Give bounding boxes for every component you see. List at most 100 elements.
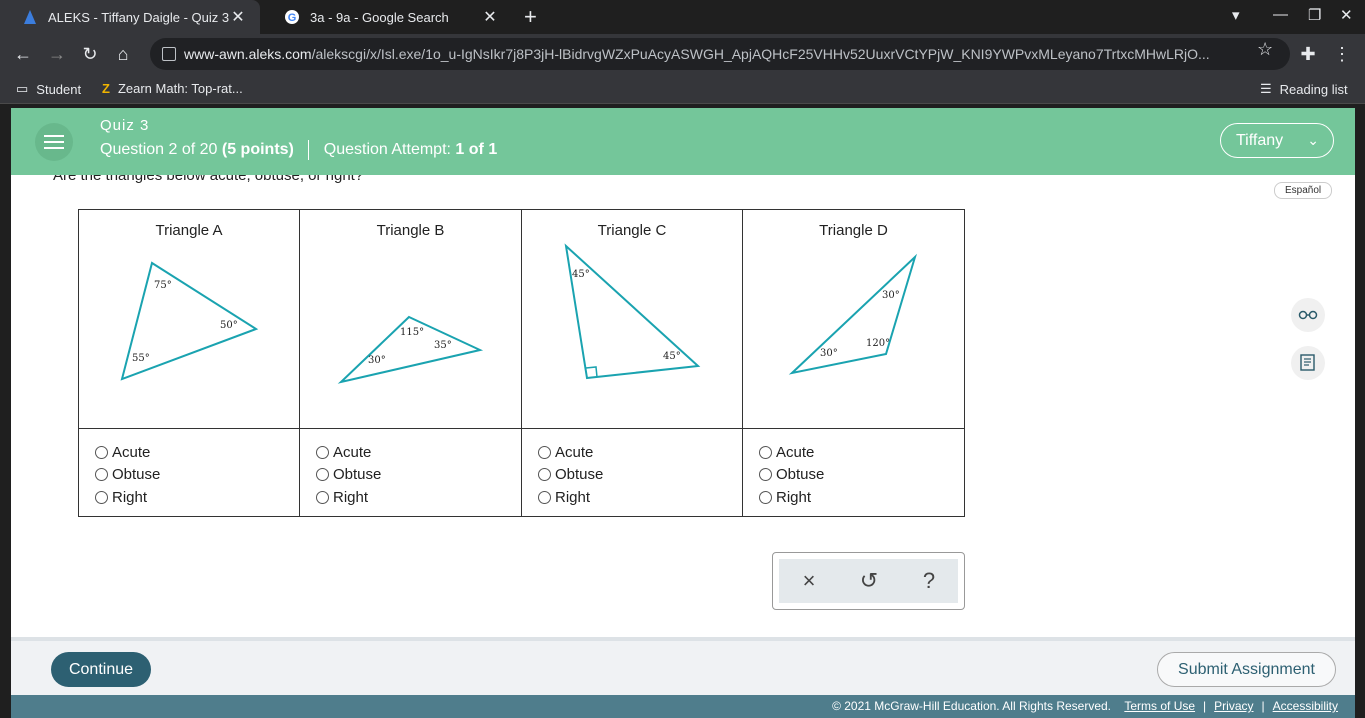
bookmark-zearn[interactable]: Z Zearn Math: Top-rat... [102, 81, 243, 96]
forward-icon[interactable]: → [46, 43, 68, 65]
google-favicon-icon: G [285, 10, 299, 24]
tab-title: 3a - 9a - Google Search [310, 9, 449, 25]
back-icon[interactable]: ← [12, 43, 34, 65]
triangle-c-options: Acute Obtuse Right [521, 428, 743, 517]
option-obtuse[interactable]: Obtuse [95, 464, 299, 487]
option-label: Right [112, 488, 148, 506]
undo-button[interactable]: ↺ [839, 559, 899, 603]
triangles-table: Triangle A 75° 50° 55° Triangle B 115° 3… [78, 209, 965, 517]
triangle-b-title: Triangle B [376, 222, 445, 239]
profile-dropdown-icon[interactable]: ▾ [1232, 6, 1240, 24]
glasses-icon[interactable] [1291, 298, 1325, 332]
bookmark-student[interactable]: ▭ Student [16, 81, 81, 97]
angle-label: 115° [400, 327, 424, 338]
radio-button[interactable] [316, 490, 329, 504]
option-acute[interactable]: Acute [538, 441, 742, 464]
restore-icon[interactable]: ❐ [1308, 6, 1321, 24]
radio-button[interactable] [538, 490, 551, 504]
radio-button[interactable] [95, 490, 108, 504]
radio-button[interactable] [316, 445, 329, 459]
angle-label: 55° [132, 353, 150, 364]
tab-title: ALEKS - Tiffany Daigle - Quiz 3 [48, 9, 230, 25]
divider [308, 140, 310, 160]
option-label: Right [555, 488, 591, 506]
angle-label: 75° [154, 280, 172, 291]
option-label: Obtuse [776, 466, 825, 484]
triangle-d-cell: Triangle D 30° 120° 30° [742, 209, 965, 429]
option-label: Obtuse [333, 466, 382, 484]
option-acute[interactable]: Acute [316, 441, 521, 464]
option-obtuse[interactable]: Obtuse [538, 464, 742, 487]
option-right[interactable]: Right [759, 486, 964, 509]
menu-dots-icon[interactable]: ⋮ [1331, 43, 1353, 65]
triangle-c-cell: Triangle C 45° 45° [521, 209, 743, 429]
bookmark-star-icon[interactable]: ☆ [1257, 39, 1273, 60]
option-label: Obtuse [112, 466, 161, 484]
extensions-icon[interactable]: ✚ [1297, 43, 1319, 65]
tab-strip: ALEKS - Tiffany Daigle - Quiz 3 ✕ G 3a -… [0, 0, 1365, 34]
espanol-button[interactable]: Español [1274, 182, 1333, 199]
angle-label: 45° [572, 269, 590, 280]
angle-label: 30° [820, 348, 838, 359]
close-tab-icon[interactable]: ✕ [230, 7, 246, 27]
answer-tools: × ↺ ? [772, 552, 965, 610]
clear-button[interactable]: × [779, 559, 839, 603]
address-bar[interactable]: www-awn.aleks.com/alekscgi/x/Isl.exe/1o_… [150, 38, 1290, 70]
zearn-icon: Z [102, 81, 110, 96]
option-right[interactable]: Right [538, 486, 742, 509]
question-info: Question 2 of 20 (5 points) Question Att… [100, 140, 497, 160]
triangle-a-figure: 75° 50° 55° [120, 261, 259, 381]
radio-button[interactable] [759, 490, 772, 504]
option-right[interactable]: Right [316, 486, 521, 509]
bookmark-label: Student [36, 81, 82, 97]
reload-icon[interactable]: ↻ [79, 43, 101, 65]
radio-button[interactable] [316, 468, 329, 482]
close-tab-icon[interactable]: ✕ [482, 7, 498, 27]
radio-button[interactable] [759, 468, 772, 482]
triangle-a-options: Acute Obtuse Right [78, 428, 300, 517]
attempt-label: Question Attempt: [323, 141, 451, 159]
tab-google[interactable]: G 3a - 9a - Google Search ✕ [262, 0, 512, 34]
user-name: Tiffany [1236, 132, 1284, 149]
folder-icon: ▭ [16, 81, 29, 96]
submit-assignment-button[interactable]: Submit Assignment [1157, 652, 1336, 687]
svg-text:G: G [288, 12, 297, 24]
bookmarks-bar: ▭ Student Z Zearn Math: Top-rat... ☰ Rea… [0, 74, 1365, 104]
option-label: Acute [555, 443, 594, 461]
radio-button[interactable] [759, 445, 772, 459]
home-icon[interactable]: ⌂ [112, 43, 134, 65]
radio-button[interactable] [538, 468, 551, 482]
new-tab-button[interactable]: + [524, 4, 537, 30]
triangle-b-cell: Triangle B 115° 35° 30° [299, 209, 522, 429]
reading-list[interactable]: ☰ Reading list [1260, 81, 1348, 97]
option-label: Acute [776, 443, 815, 461]
triangle-d-title: Triangle D [819, 222, 888, 239]
option-right[interactable]: Right [95, 486, 299, 509]
option-obtuse[interactable]: Obtuse [316, 464, 521, 487]
option-acute[interactable]: Acute [759, 441, 964, 464]
radio-button[interactable] [95, 468, 108, 482]
terms-link[interactable]: Terms of Use [1124, 699, 1195, 713]
close-window-icon[interactable]: ✕ [1340, 6, 1353, 24]
option-acute[interactable]: Acute [95, 441, 299, 464]
quiz-header: Quiz 3 Question 2 of 20 (5 points) Quest… [11, 108, 1355, 175]
option-obtuse[interactable]: Obtuse [759, 464, 964, 487]
bookmark-label: Zearn Math: Top-rat... [117, 81, 243, 96]
site-info-icon[interactable] [162, 47, 176, 61]
privacy-link[interactable]: Privacy [1214, 699, 1253, 713]
notes-icon[interactable] [1291, 346, 1325, 380]
attempt-value: 1 of 1 [455, 141, 498, 159]
option-label: Obtuse [555, 466, 604, 484]
radio-button[interactable] [95, 445, 108, 459]
help-button[interactable]: ? [899, 559, 959, 603]
tab-aleks[interactable]: ALEKS - Tiffany Daigle - Quiz 3 ✕ [0, 0, 260, 34]
angle-label: 35° [434, 340, 452, 351]
continue-button[interactable]: Continue [51, 652, 151, 687]
user-menu-button[interactable]: Tiffany ⌄ [1220, 123, 1334, 158]
url-path: /alekscgi/x/Isl.exe/1o_u-IgNsIkr7j8P3jH-… [311, 46, 1210, 62]
accessibility-link[interactable]: Accessibility [1273, 699, 1338, 713]
hamburger-menu-icon[interactable] [35, 123, 73, 161]
radio-button[interactable] [538, 445, 551, 459]
option-label: Acute [333, 443, 372, 461]
minimize-icon[interactable]: — [1273, 6, 1288, 23]
